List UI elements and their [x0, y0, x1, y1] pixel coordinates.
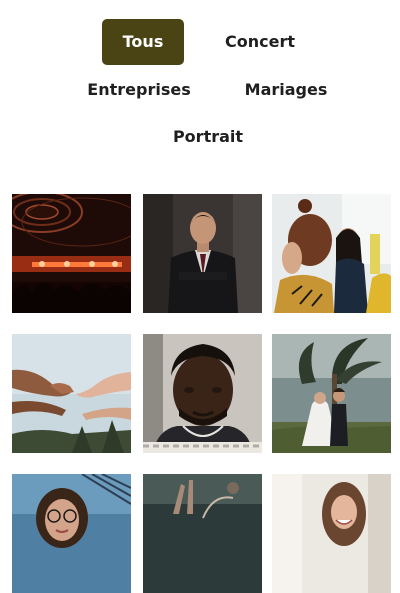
- gallery-photo-hands[interactable]: [12, 334, 131, 453]
- gallery-photo-man-portrait[interactable]: [143, 334, 262, 453]
- gallery-photo-crowd-hands[interactable]: [143, 474, 262, 593]
- photo-gallery: [0, 0, 400, 593]
- gallery-photo-concert[interactable]: [12, 194, 131, 313]
- wedding-couple-image: [272, 334, 391, 453]
- bride-smiling-image: [272, 474, 391, 593]
- concert-stage-image: [12, 194, 131, 313]
- reaching-hands-image: [12, 334, 131, 453]
- office-meeting-image: [272, 194, 391, 313]
- gallery-photo-office-meeting[interactable]: [272, 194, 391, 313]
- man-portrait-image: [143, 334, 262, 453]
- crowd-hands-image: [143, 474, 262, 593]
- gallery-photo-wedding[interactable]: [272, 334, 391, 453]
- gallery-photo-bride[interactable]: [272, 474, 391, 593]
- gallery-photo-woman-glasses[interactable]: [12, 474, 131, 593]
- gallery-photo-businessman[interactable]: [143, 194, 262, 313]
- woman-glasses-image: [12, 474, 131, 593]
- businessman-portrait-image: [143, 194, 262, 313]
